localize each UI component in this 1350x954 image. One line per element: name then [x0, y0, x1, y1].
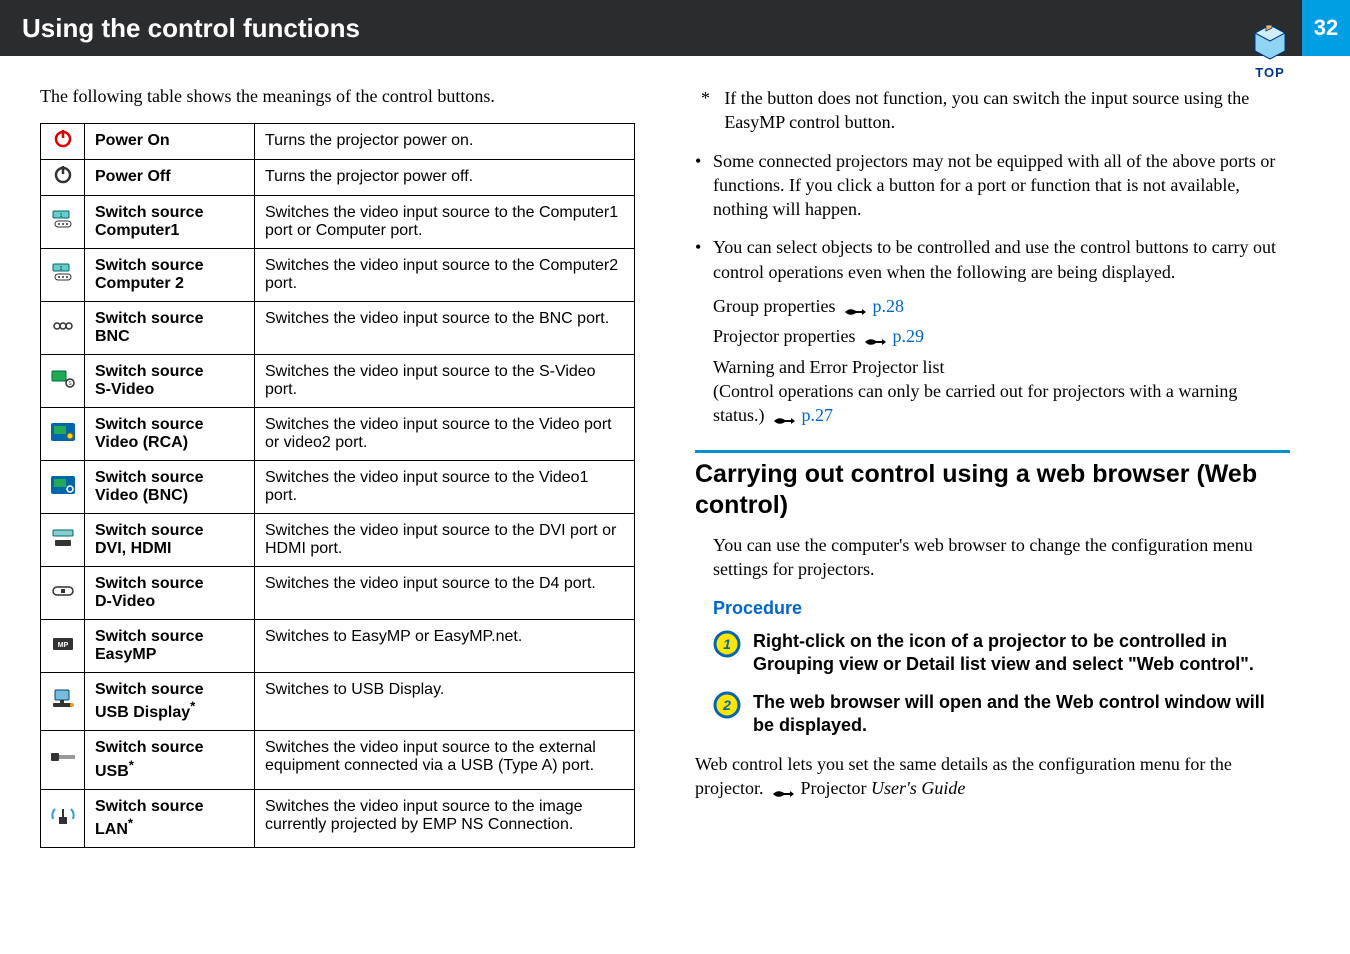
svg-text:2: 2: [722, 697, 731, 713]
lan-icon: [41, 789, 85, 847]
table-row: Switch sourceDVI, HDMISwitches the video…: [41, 514, 635, 567]
control-description: Switches the video input source to the D…: [255, 567, 635, 620]
hand-pointer-icon: [844, 301, 866, 315]
control-description: Switches the video input source to the V…: [255, 408, 635, 461]
svg-text:1: 1: [59, 213, 62, 219]
control-label: Switch sourceD-Video: [85, 567, 255, 620]
table-row: Switch sourceVideo (BNC)Switches the vid…: [41, 461, 635, 514]
comp1-icon: 1: [41, 196, 85, 249]
section-divider: [695, 450, 1290, 453]
closing-text: Web control lets you set the same detail…: [695, 752, 1290, 801]
control-buttons-table: Power OnTurns the projector power on.Pow…: [40, 123, 635, 848]
mp-icon: MP: [41, 620, 85, 673]
comp2-icon: 2: [41, 249, 85, 302]
step-badge-2: 2: [713, 691, 741, 719]
table-row: MP Switch sourceEasyMPSwitches to EasyMP …: [41, 620, 635, 673]
power-off-icon: [41, 160, 85, 196]
dvi-icon: [41, 514, 85, 567]
section-intro: You can use the computer's web browser t…: [695, 533, 1290, 582]
usbdisp-icon: [41, 673, 85, 731]
svg-text:2: 2: [59, 266, 62, 272]
control-description: Turns the projector power off.: [255, 160, 635, 196]
table-row: Switch sourceUSB*Switches the video inpu…: [41, 731, 635, 789]
bullet-1: Some connected projectors may not be equ…: [695, 149, 1290, 222]
table-row: Power OffTurns the projector power off.: [41, 160, 635, 196]
sub-warning-list: Warning and Error Projector list (Contro…: [713, 355, 1290, 428]
sub-group-properties: Group properties p.28: [713, 294, 1290, 318]
control-description: Switches to USB Display.: [255, 673, 635, 731]
step-2-text: The web browser will open and the Web co…: [753, 691, 1290, 738]
control-description: Switches the video input source to the e…: [255, 731, 635, 789]
power-on-icon: [41, 124, 85, 160]
control-label: Switch sourceComputer1: [85, 196, 255, 249]
control-label: Power On: [85, 124, 255, 160]
table-row: Switch sourceBNCSwitches the video input…: [41, 302, 635, 355]
control-label: Switch sourceBNC: [85, 302, 255, 355]
page-title: Using the control functions: [22, 13, 360, 44]
footnote-text: If the button does not function, you can…: [724, 86, 1290, 135]
top-nav-icon[interactable]: TOP: [1238, 0, 1302, 80]
d4-icon: [41, 567, 85, 620]
control-description: Switches the video input source to the D…: [255, 514, 635, 567]
title-bar: Using the control functions: [0, 0, 1350, 56]
sub-projector-properties: Projector properties p.29: [713, 324, 1290, 348]
hand-pointer-icon: [773, 410, 795, 424]
control-label: Switch sourceUSB*: [85, 731, 255, 789]
bullet-2: You can select objects to be controlled …: [695, 235, 1290, 427]
control-label: Switch sourceLAN*: [85, 789, 255, 847]
control-description: Turns the projector power on.: [255, 124, 635, 160]
table-row: Switch sourceVideo (RCA)Switches the vid…: [41, 408, 635, 461]
top-label: TOP: [1255, 65, 1285, 80]
table-row: SSwitch sourceS-VideoSwitches the video …: [41, 355, 635, 408]
home-top-icon: [1250, 23, 1290, 63]
control-description: Switches the video input source to the B…: [255, 302, 635, 355]
control-description: Switches the video input source to the S…: [255, 355, 635, 408]
table-row: Switch sourceUSB Display*Switches to USB…: [41, 673, 635, 731]
hand-pointer-icon: [772, 783, 794, 797]
control-description: Switches to EasyMP or EasyMP.net.: [255, 620, 635, 673]
right-column: * If the button does not function, you c…: [695, 86, 1290, 848]
vbnc-icon: [41, 461, 85, 514]
section-heading: Carrying out control using a web browser…: [695, 459, 1290, 522]
footnote-asterisk: *: [701, 86, 712, 135]
table-row: 2 Switch sourceComputer 2Switches the vid…: [41, 249, 635, 302]
svg-text:MP: MP: [57, 642, 68, 649]
svideo-icon: S: [41, 355, 85, 408]
control-label: Switch sourceComputer 2: [85, 249, 255, 302]
control-description: Switches the video input source to the i…: [255, 789, 635, 847]
usb-icon: [41, 731, 85, 789]
rca-icon: [41, 408, 85, 461]
control-label: Switch sourceEasyMP: [85, 620, 255, 673]
procedure-label: Procedure: [695, 596, 1290, 620]
svg-text:1: 1: [723, 636, 731, 652]
left-column: The following table shows the meanings o…: [40, 86, 635, 848]
link-p28[interactable]: p.28: [872, 296, 904, 316]
table-row: Switch sourceLAN*Switches the video inpu…: [41, 789, 635, 847]
footnote: * If the button does not function, you c…: [695, 86, 1290, 135]
hand-pointer-icon: [864, 331, 886, 345]
table-row: Power OnTurns the projector power on.: [41, 124, 635, 160]
intro-text: The following table shows the meanings o…: [40, 86, 635, 107]
page-number: 32: [1302, 0, 1350, 56]
control-label: Switch sourceUSB Display*: [85, 673, 255, 731]
control-description: Switches the video input source to the V…: [255, 461, 635, 514]
table-row: 1 Switch sourceComputer1Switches the vide…: [41, 196, 635, 249]
control-label: Power Off: [85, 160, 255, 196]
control-label: Switch sourceDVI, HDMI: [85, 514, 255, 567]
link-p29[interactable]: p.29: [892, 326, 924, 346]
control-label: Switch sourceVideo (RCA): [85, 408, 255, 461]
step-1-text: Right-click on the icon of a projector t…: [753, 630, 1290, 677]
control-description: Switches the video input source to the C…: [255, 249, 635, 302]
link-p27[interactable]: p.27: [802, 405, 834, 425]
bnc-icon: [41, 302, 85, 355]
step-badge-1: 1: [713, 630, 741, 658]
control-label: Switch sourceVideo (BNC): [85, 461, 255, 514]
control-label: Switch sourceS-Video: [85, 355, 255, 408]
table-row: Switch sourceD-VideoSwitches the video i…: [41, 567, 635, 620]
control-description: Switches the video input source to the C…: [255, 196, 635, 249]
